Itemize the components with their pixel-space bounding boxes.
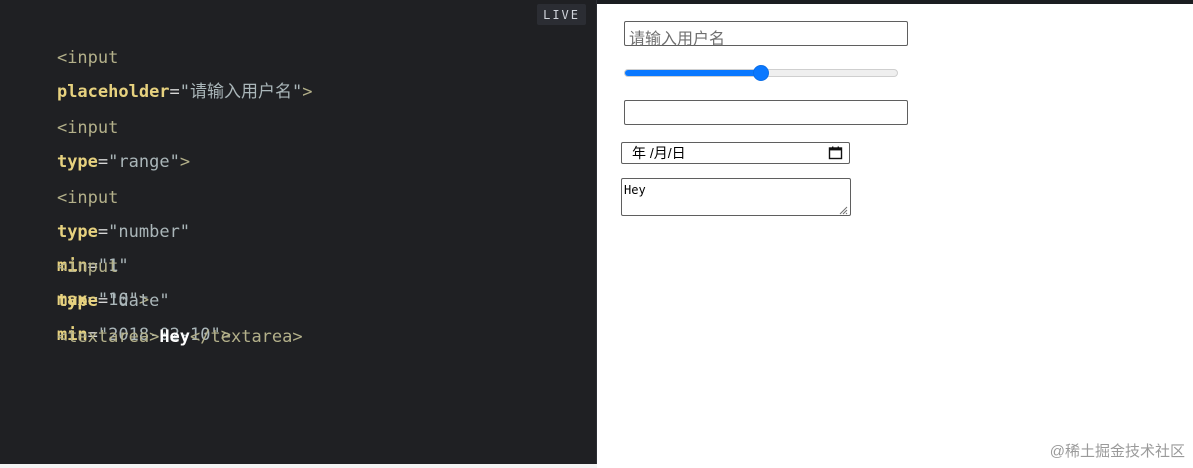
bottom-strip bbox=[0, 464, 597, 468]
textarea[interactable]: Hey bbox=[621, 178, 851, 216]
code-tag-close: > bbox=[302, 82, 313, 102]
username-placeholder: 请输入用户名 bbox=[629, 31, 726, 48]
range-thumb[interactable] bbox=[753, 65, 769, 81]
live-badge: LIVE bbox=[537, 4, 586, 25]
calendar-icon[interactable] bbox=[828, 146, 843, 160]
code-attribute: type bbox=[56, 152, 98, 172]
code-string: "range" bbox=[108, 152, 180, 172]
code-tag-close: </textarea> bbox=[190, 327, 303, 347]
number-input[interactable] bbox=[624, 100, 908, 125]
code-tag-open: <textarea> bbox=[56, 327, 160, 347]
code-line-5: <textarea>Hey</textarea> bbox=[16, 312, 303, 363]
code-equals: = bbox=[97, 222, 109, 242]
code-string: "请输入用户名" bbox=[179, 82, 303, 102]
range-fill bbox=[625, 70, 762, 76]
code-text-content: Hey bbox=[159, 327, 191, 347]
code-string: "number" bbox=[108, 222, 191, 242]
code-string: "date" bbox=[108, 291, 170, 311]
range-slider[interactable] bbox=[624, 65, 898, 81]
code-editor-panel: LIVE <input placeholder="请输入用户名"> <input… bbox=[0, 0, 597, 464]
date-input[interactable]: 年 /月/日 bbox=[621, 142, 850, 164]
code-equals: = bbox=[97, 291, 109, 311]
date-placeholder: 年 /月/日 bbox=[632, 145, 686, 161]
code-equals: = bbox=[169, 82, 180, 102]
code-attribute: placeholder bbox=[56, 82, 170, 102]
textarea-value: Hey bbox=[624, 183, 646, 197]
code-equals: = bbox=[97, 152, 109, 172]
live-preview-panel: 请输入用户名 年 /月/日 Hey @稀土掘金技术社区 bbox=[597, 4, 1193, 468]
resize-handle-icon[interactable] bbox=[839, 204, 848, 215]
watermark: @稀土掘金技术社区 bbox=[1049, 443, 1185, 460]
username-input[interactable]: 请输入用户名 bbox=[624, 21, 908, 48]
code-tag-close: > bbox=[179, 152, 191, 172]
